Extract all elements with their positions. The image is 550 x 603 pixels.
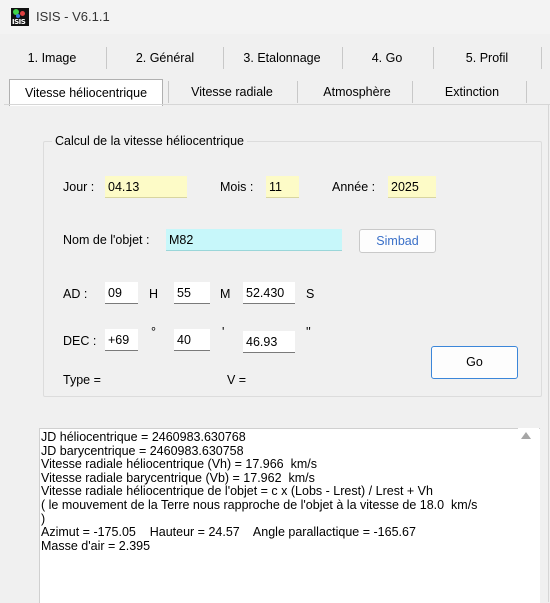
jour-label: Jour :: [63, 180, 95, 194]
tab-baseline: [4, 104, 550, 105]
ad-label: AD :: [63, 287, 88, 301]
ad-minutes-unit: M: [220, 287, 231, 301]
window-title: ISIS - V6.1.1: [36, 9, 110, 24]
simbad-button[interactable]: Simbad: [359, 229, 436, 253]
dec-label: DEC :: [63, 334, 97, 348]
tab-separator: [412, 81, 413, 103]
mois-label: Mois :: [220, 180, 254, 194]
output-scrollbar[interactable]: [518, 428, 539, 602]
tab-go[interactable]: 4. Go: [348, 46, 426, 70]
tab-general[interactable]: 2. Général: [112, 46, 218, 70]
scroll-up-arrow-icon[interactable]: [521, 432, 531, 439]
jour-input[interactable]: 04.13: [105, 176, 187, 198]
tab-separator: [342, 47, 343, 69]
go-button[interactable]: Go: [431, 346, 518, 379]
dec-minutes-input[interactable]: 40: [174, 329, 210, 351]
subtab-atmosphere[interactable]: Atmosphère: [304, 80, 410, 104]
tab-profil[interactable]: 5. Profil: [440, 46, 534, 70]
tab-separator: [433, 47, 434, 69]
ad-hours-input[interactable]: 09: [105, 282, 138, 304]
nom-objet-label: Nom de l'objet :: [63, 233, 150, 247]
annee-label: Année :: [332, 180, 376, 194]
panel-border: [548, 105, 549, 602]
tab-image[interactable]: 1. Image: [12, 46, 92, 70]
tab-separator: [297, 81, 298, 103]
isis-app-icon: ISIS: [11, 8, 29, 26]
dec-minutes-unit: ': [222, 325, 225, 339]
group-title: Calcul de la vitesse héliocentrique: [52, 134, 247, 148]
nom-objet-input[interactable]: M82: [166, 229, 342, 251]
tab-separator: [541, 47, 542, 69]
subtab-vitesse-heliocentrique[interactable]: Vitesse héliocentrique: [9, 79, 163, 106]
ad-hours-unit: H: [149, 287, 159, 301]
tab-separator: [526, 81, 527, 103]
ad-minutes-input[interactable]: 55: [174, 282, 210, 304]
dec-seconds-unit: '': [306, 325, 311, 339]
tab-etalonnage[interactable]: 3. Etalonnage: [228, 46, 336, 70]
subtab-vitesse-radiale[interactable]: Vitesse radiale: [176, 80, 288, 104]
annee-input[interactable]: 2025: [388, 176, 436, 198]
subtab-extinction[interactable]: Extinction: [418, 80, 526, 104]
ad-seconds-input[interactable]: 52.430: [243, 282, 295, 304]
tab-separator: [223, 47, 224, 69]
tab-separator: [168, 81, 169, 103]
output-text: JD héliocentrique = 2460983.630768 JD ba…: [41, 430, 478, 553]
v-label: V =: [227, 373, 247, 387]
dec-degrees-input[interactable]: +69: [105, 329, 138, 351]
type-label: Type =: [63, 373, 101, 387]
dec-degrees-unit: °: [151, 325, 156, 339]
tab-separator: [106, 47, 107, 69]
dec-seconds-input[interactable]: 46.93: [243, 331, 295, 353]
mois-input[interactable]: 11: [266, 176, 299, 198]
ad-seconds-unit: S: [306, 287, 315, 301]
